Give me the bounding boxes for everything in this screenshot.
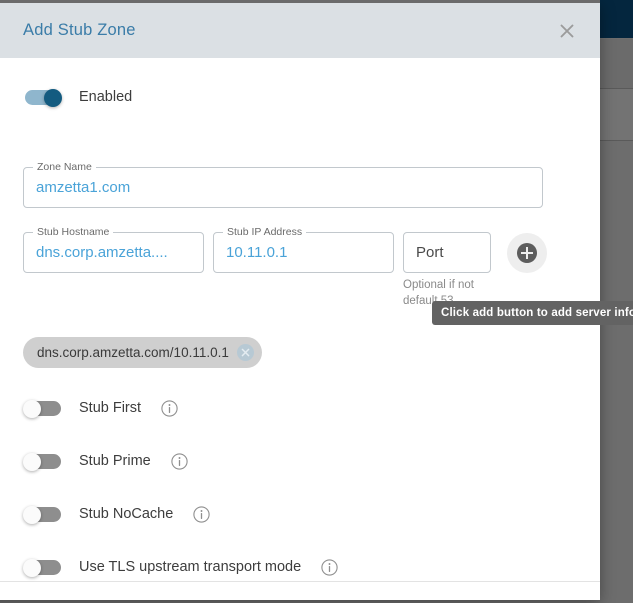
stub-first-row: Stub First <box>23 394 543 422</box>
cancel-button[interactable]: CANCEL <box>408 597 484 603</box>
stub-prime-row: Stub Prime <box>23 447 543 475</box>
add-stub-zone-dialog: Add Stub Zone Enabled Zone Name amzetta1… <box>0 0 633 603</box>
add-server-button[interactable] <box>507 233 547 273</box>
server-chip[interactable]: dns.corp.amzetta.com/10.11.0.1 <box>23 337 262 368</box>
port-field[interactable] <box>403 232 491 273</box>
screen-root: Add Stub Zone Enabled Zone Name amzetta1… <box>0 0 633 603</box>
dialog-top-rule <box>0 0 600 3</box>
stub-nocache-toggle-thumb <box>23 505 41 524</box>
stub-nocache-label: Stub NoCache <box>79 506 174 522</box>
enabled-toggle-row: Enabled <box>23 83 543 111</box>
use-tls-upstream-toggle[interactable] <box>23 558 63 577</box>
stub-first-info-icon[interactable] <box>161 399 178 417</box>
zone-name-input[interactable] <box>24 168 542 207</box>
stub-prime-label: Stub Prime <box>79 453 151 469</box>
plus-icon <box>517 243 537 263</box>
use-tls-upstream-row: Use TLS upstream transport mode <box>23 553 543 581</box>
stub-prime-toggle[interactable] <box>23 452 63 471</box>
enabled-toggle[interactable] <box>23 88 63 107</box>
close-dialog-button[interactable] <box>550 14 584 48</box>
dialog-footer: CANCEL ADD <box>0 581 600 603</box>
stub-nocache-info-icon[interactable] <box>193 505 210 523</box>
add-server-tooltip: Click add button to add server info <box>432 301 633 325</box>
port-input[interactable] <box>404 233 490 272</box>
server-chip-label: dns.corp.amzetta.com/10.11.0.1 <box>37 345 229 360</box>
enabled-toggle-thumb <box>44 88 62 107</box>
close-icon <box>557 21 577 41</box>
use-tls-upstream-info-icon[interactable] <box>321 558 338 576</box>
zone-name-field[interactable]: Zone Name <box>23 161 543 208</box>
stub-hostname-input[interactable] <box>24 233 203 272</box>
stub-first-label: Stub First <box>79 400 142 416</box>
stub-nocache-row: Stub NoCache <box>23 500 543 528</box>
stub-ip-address-input[interactable] <box>214 233 393 272</box>
stub-nocache-toggle[interactable] <box>23 505 63 524</box>
stub-first-toggle[interactable] <box>23 399 63 418</box>
dialog-title: Add Stub Zone <box>23 21 136 39</box>
server-entry-row: Stub Hostname Stub IP Address Optional i… <box>23 226 547 309</box>
use-tls-upstream-toggle-thumb <box>23 558 41 577</box>
stub-prime-toggle-thumb <box>23 452 41 471</box>
stub-prime-info-icon[interactable] <box>171 452 188 470</box>
add-button[interactable]: ADD <box>513 597 560 603</box>
dialog-body: Enabled Zone Name Stub Hostname Stub IP … <box>0 58 633 581</box>
stub-ip-address-field[interactable]: Stub IP Address <box>213 226 394 273</box>
dialog-header: Add Stub Zone <box>0 3 600 58</box>
server-chip-list: dns.corp.amzetta.com/10.11.0.1 <box>23 337 543 368</box>
use-tls-upstream-label: Use TLS upstream transport mode <box>79 559 302 575</box>
stub-first-toggle-thumb <box>23 399 41 418</box>
enabled-toggle-label: Enabled <box>79 89 133 105</box>
stub-hostname-field[interactable]: Stub Hostname <box>23 226 204 273</box>
chip-remove-icon[interactable] <box>236 344 254 361</box>
port-field-group: Optional if not default 53 <box>403 232 491 309</box>
options-toggle-group: Stub First Stub Prime Stub NoCache Use T… <box>23 394 543 581</box>
